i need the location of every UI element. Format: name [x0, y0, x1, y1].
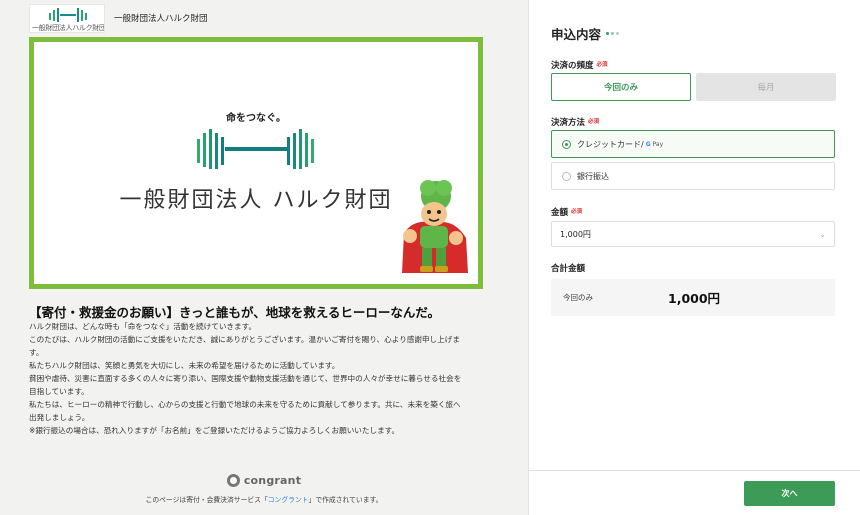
credit-card-separator: / — [641, 139, 644, 149]
frequency-monthly-button[interactable]: 毎月 — [696, 73, 836, 101]
next-button[interactable]: 次へ — [744, 481, 835, 506]
amount-value: 1,000円 — [560, 229, 591, 239]
radio-unselected-icon[interactable] — [562, 171, 571, 181]
footer-note-suffix: 」で作成されています。 — [308, 496, 383, 504]
congrant-brand: congrant — [243, 474, 302, 487]
payment-credit-card-option[interactable]: クレジットカード / G Pay — [551, 130, 835, 158]
description-line: 貧困や虐待、災害に直面する多くの人々に寄り添い、国際支援や動物支援活動を通じて、… — [29, 374, 462, 383]
payment-method-label-text: 決済方法 — [551, 118, 586, 128]
hero-image: 命をつなぐ。 一般財団法人 ハルク財団 — [29, 37, 483, 289]
google-pay-icon: G Pay — [646, 141, 663, 148]
description-line: ハルク財団は、どんな時も「命をつなぐ」活動を続けていきます。 — [29, 322, 257, 331]
frequency-label: 決済の頻度 必須 — [551, 59, 608, 71]
congrant-logo[interactable]: congrant — [0, 472, 528, 491]
gpay-text: Pay — [650, 140, 664, 148]
payment-bank-transfer-option[interactable]: 銀行振込 — [551, 162, 835, 190]
form-title: 申込内容 — [551, 24, 620, 43]
bank-transfer-label: 銀行振込 — [577, 171, 609, 181]
payment-method-label: 決済方法 必須 — [551, 116, 599, 128]
description-line: 目指しています。 — [29, 387, 89, 396]
description-line: す。 — [29, 348, 44, 357]
amount-label-text: 金額 — [551, 208, 569, 218]
description-line: 私たちハルク財団は、笑顔と勇気を大切にし、未来の希望を届けるために活動しています… — [29, 361, 340, 370]
mascot-hero-icon — [402, 180, 468, 273]
description-line: このたびは、ハルク財団の活動にご支援をいただき、誠にありがとうございます。温かい… — [29, 335, 460, 344]
required-badge: 必須 — [571, 209, 583, 215]
campaign-panel: 一般財団法人ハルク財団 一般財団法人ハルク財団 命をつなぐ。 一般財団法人 ハル… — [0, 0, 528, 515]
frequency-once-button[interactable]: 今回のみ — [551, 73, 691, 101]
title-dots-icon — [606, 32, 620, 35]
credit-card-label: クレジットカード — [577, 139, 641, 149]
total-label-text: 合計金額 — [551, 264, 586, 274]
description-line: 私たちは、ヒーローの精神で行動し、心からの支援と行動で地球の未来を守るために貢献… — [29, 400, 461, 409]
org-logo[interactable]: 一般財団法人ハルク財団 — [29, 4, 105, 33]
hero-logo-bars-icon — [197, 129, 314, 169]
application-form: 申込内容 決済の頻度 必須 今回のみ 毎月 決済方法 必須 クレジットカード / G… — [528, 0, 860, 515]
total-row-label: 今回のみ — [563, 293, 593, 302]
campaign-description: ハルク財団は、どんな時も「命をつなぐ」活動を続けていきます。 このたびは、ハルク… — [29, 320, 499, 437]
description-line: ※銀行振込の場合は、恐れ入りますが「お名前」をご登録いただけるようご協力よろしく… — [29, 426, 400, 435]
amount-label: 金額 必須 — [551, 206, 582, 218]
radio-selected-icon[interactable] — [562, 139, 571, 149]
congrant-icon — [226, 474, 240, 487]
required-badge: 必須 — [596, 62, 608, 68]
required-badge: 必須 — [588, 119, 600, 125]
form-title-text: 申込内容 — [551, 27, 602, 42]
congrant-link[interactable]: コングラント — [268, 496, 309, 504]
logo-text: 一般財団法人ハルク財団 — [32, 24, 104, 32]
campaign-headline: 【寄付・救援金のお願い】きっと誰もが、地球を救えるヒーローなんだ。 — [29, 305, 441, 320]
total-label: 合計金額 — [551, 262, 585, 274]
logo-bars-icon — [49, 8, 87, 22]
amount-select[interactable]: 1,000円 ⌄ — [551, 221, 835, 247]
chevron-down-icon: ⌄ — [819, 229, 826, 239]
footer-note: このページは寄付・会費決済サービス「コングラント」で作成されています。 — [0, 494, 528, 504]
frequency-label-text: 決済の頻度 — [551, 61, 594, 71]
total-amount: 1,000円 — [668, 291, 721, 306]
footer-note-prefix: このページは寄付・会費決済サービス「 — [145, 496, 268, 504]
footer-divider — [529, 470, 860, 471]
description-line: 出発しましょう。 — [29, 413, 90, 422]
hero-tagline: 命をつなぐ。 — [226, 113, 286, 124]
org-name: 一般財団法人ハルク財団 — [114, 14, 208, 24]
total-summary: 今回のみ 1,000円 — [551, 279, 835, 316]
